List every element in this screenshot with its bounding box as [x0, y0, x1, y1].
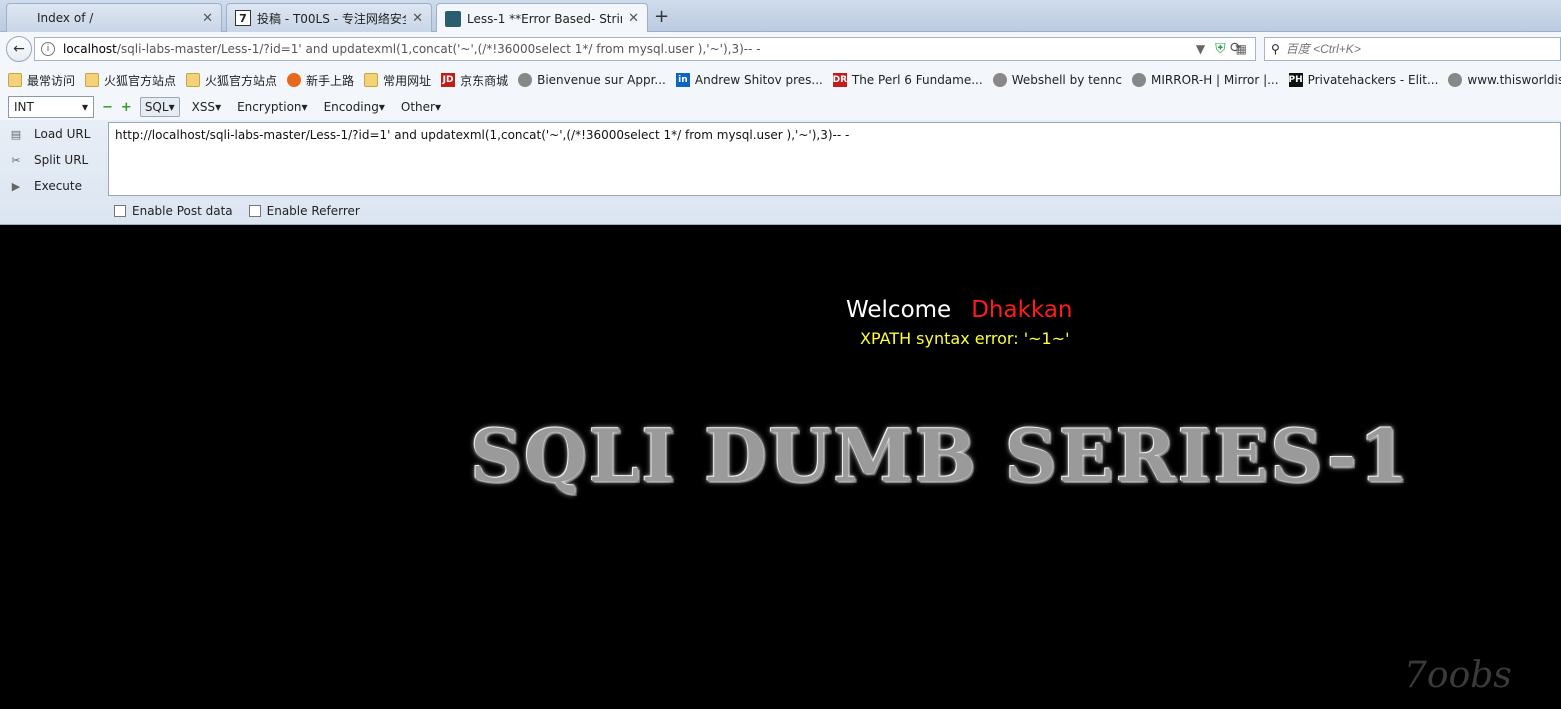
- bookmark-item[interactable]: PH Privatehackers - Elit...: [1288, 73, 1438, 87]
- bookmark-item[interactable]: DR The Perl 6 Fundame...: [833, 73, 983, 87]
- new-tab-plus-icon[interactable]: +: [654, 6, 669, 27]
- tab-less-1[interactable]: Less-1 **Error Based- Strin ✕: [436, 3, 648, 33]
- folder-icon: [8, 73, 22, 87]
- firefox-icon: [287, 73, 302, 87]
- welcome-text: Welcome: [846, 297, 952, 323]
- folder-icon: [364, 73, 379, 87]
- welcome-line: Welcome Dhakkan: [846, 297, 1073, 323]
- globe-icon: [992, 73, 1007, 87]
- bookmark-item[interactable]: 新手上路: [287, 72, 354, 89]
- info-icon[interactable]: i: [41, 42, 55, 56]
- reload-icon[interactable]: ⟳: [1230, 40, 1242, 56]
- ph-icon: PH: [1288, 73, 1303, 87]
- load-url-button[interactable]: ▤ Load URL: [8, 127, 104, 141]
- search-icon: ⚲: [1271, 42, 1280, 56]
- hackbar-panel: ▤ Load URL ✂ Split URL ▶ Execute http://…: [0, 120, 1561, 225]
- bookmark-item[interactable]: Webshell by tennc: [992, 73, 1122, 87]
- tab-index[interactable]: Index of / ✕: [6, 3, 222, 32]
- menu-sql[interactable]: SQL▾: [139, 97, 180, 117]
- bookmark-item[interactable]: JD 京东商城: [441, 72, 508, 89]
- minus-icon[interactable]: −: [102, 100, 113, 115]
- close-icon[interactable]: ✕: [202, 11, 213, 26]
- tab-title: 投稿 - T00LS - 专注网络安全: [257, 11, 407, 26]
- sqli-favicon: [445, 10, 461, 27]
- bookmark-item[interactable]: www.thisworldisan: [1448, 73, 1561, 87]
- enable-referrer-checkbox[interactable]: Enable Referrer: [248, 204, 360, 218]
- checkbox-box[interactable]: [248, 205, 261, 217]
- hackbar-toolbar: INT ▾ − + SQL▾ XSS▾ Encryption▾ Encoding…: [0, 94, 1561, 120]
- blank-page-icon: [15, 10, 31, 26]
- menu-encoding[interactable]: Encoding▾: [320, 98, 389, 116]
- bookmark-item[interactable]: 常用网址: [364, 72, 431, 89]
- bookmark-item[interactable]: 最常访问: [8, 72, 75, 89]
- split-url-button[interactable]: ✂ Split URL: [8, 153, 104, 167]
- play-icon: ▶: [11, 179, 21, 193]
- bookmarks-toolbar: 最常访问 火狐官方站点 火狐官方站点 新手上路 常用网址 JD 京东商城 Bien…: [0, 66, 1561, 94]
- tab-strip: Index of / ✕ 7 投稿 - T00LS - 专注网络安全 ✕ Les…: [0, 0, 1561, 33]
- welcome-name: Dhakkan: [971, 297, 1073, 323]
- close-icon[interactable]: ✕: [628, 11, 639, 26]
- type-select[interactable]: INT ▾: [8, 96, 94, 118]
- plus-icon[interactable]: +: [121, 100, 132, 115]
- globe-icon: [1132, 73, 1147, 87]
- navigation-bar: ← i localhost/sqli-labs-master/Less-1/?i…: [0, 32, 1561, 66]
- folder-icon: [186, 73, 201, 87]
- tab-title: Index of /: [37, 11, 94, 25]
- sqli-banner: SQLI DUMB SERIES-1: [470, 413, 1411, 498]
- checkbox-box[interactable]: [114, 205, 126, 217]
- menu-other[interactable]: Other▾: [397, 98, 445, 116]
- search-bar[interactable]: ⚲: [1264, 37, 1561, 61]
- search-input[interactable]: [1285, 42, 1560, 56]
- jd-icon: JD: [441, 73, 456, 87]
- linkedin-icon: in: [675, 73, 690, 87]
- scissors-icon: ✂: [11, 153, 21, 167]
- folder-icon: [85, 73, 100, 87]
- globe-icon: [518, 73, 533, 87]
- dr-icon: DR: [832, 73, 848, 87]
- enable-post-data-checkbox[interactable]: Enable Post data: [114, 204, 233, 218]
- hackbar-url-textarea[interactable]: http://localhost/sqli-labs-master/Less-1…: [108, 122, 1561, 196]
- page-content: Welcome Dhakkan XPATH syntax error: '~1~'…: [0, 225, 1561, 709]
- dropdown-arrow-icon[interactable]: ▼: [1196, 42, 1205, 56]
- bookmark-item[interactable]: MIRROR-H | Mirror |...: [1132, 73, 1279, 87]
- load-url-icon: ▤: [10, 127, 22, 141]
- watermark-logo: 7oobs: [1404, 655, 1512, 696]
- t00ls-7-icon: 7: [235, 10, 251, 26]
- chevron-down-icon: ▾: [81, 100, 88, 114]
- tab-t00ls[interactable]: 7 投稿 - T00LS - 专注网络安全 ✕: [226, 3, 432, 32]
- url-input[interactable]: localhost/sqli-labs-master/Less-1/?id=1'…: [63, 42, 1196, 56]
- error-message: XPATH syntax error: '~1~': [860, 329, 1070, 348]
- execute-button[interactable]: ▶ Execute: [8, 179, 104, 193]
- bookmark-item[interactable]: 火狐官方站点: [85, 72, 176, 89]
- menu-xss[interactable]: XSS▾: [188, 98, 226, 116]
- bookmark-item[interactable]: in Andrew Shitov pres...: [675, 73, 823, 87]
- globe-icon: [1448, 73, 1463, 87]
- shield-check-icon[interactable]: ⛨: [1215, 41, 1226, 57]
- back-arrow-icon[interactable]: ←: [6, 36, 32, 62]
- close-icon[interactable]: ✕: [412, 11, 423, 26]
- bookmark-item[interactable]: Bienvenue sur Appr...: [518, 73, 666, 87]
- bookmark-item[interactable]: 火狐官方站点: [186, 72, 277, 89]
- tab-title: Less-1 **Error Based- Strin: [467, 11, 623, 26]
- menu-encryption[interactable]: Encryption▾: [233, 98, 311, 116]
- address-bar[interactable]: i localhost/sqli-labs-master/Less-1/?id=…: [34, 37, 1256, 61]
